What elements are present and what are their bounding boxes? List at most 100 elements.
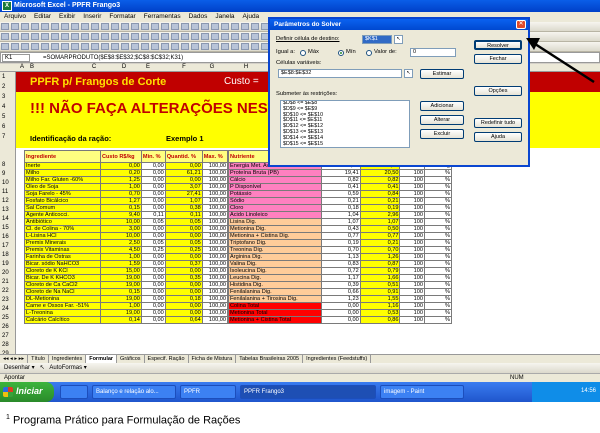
name-box[interactable]: K1 xyxy=(2,54,30,62)
table-cell[interactable]: DL-Metionina xyxy=(24,295,101,303)
table-cell[interactable]: 1,07 xyxy=(359,218,401,226)
menu-item[interactable]: Formatar xyxy=(109,13,135,20)
column-header[interactable]: H xyxy=(240,64,252,70)
table-cell[interactable]: 0,00 xyxy=(140,197,166,205)
table-cell[interactable]: Sal Comum xyxy=(24,204,101,212)
table-cell[interactable]: 0,84 xyxy=(359,190,401,198)
row-header[interactable]: 16 xyxy=(2,234,9,240)
row-header[interactable]: 9 xyxy=(2,171,5,177)
table-cell[interactable]: 1,13 xyxy=(321,253,361,261)
toolbar-button-icon[interactable] xyxy=(51,33,59,40)
toolbar-button-icon[interactable] xyxy=(21,23,29,30)
table-cell[interactable]: 100 xyxy=(399,260,425,268)
toolbar-button-icon[interactable] xyxy=(181,23,189,30)
table-cell[interactable]: 1,00 xyxy=(99,253,142,261)
table-cell[interactable]: 0,00 xyxy=(140,295,166,303)
sheet-tab[interactable]: Título xyxy=(28,355,49,363)
table-cell[interactable]: Cálcio xyxy=(227,176,323,184)
start-button[interactable]: Iniciar xyxy=(0,382,54,402)
table-cell[interactable]: 0,70 xyxy=(359,246,401,254)
menu-item[interactable]: Editar xyxy=(34,13,51,20)
table-cell[interactable]: 0,66 xyxy=(321,288,361,296)
menu-item[interactable]: Ferramentas xyxy=(144,13,181,20)
table-cell[interactable]: 1,07 xyxy=(321,218,361,226)
toolbar-button-icon[interactable] xyxy=(91,33,99,40)
toolbar-button-icon[interactable] xyxy=(201,23,209,30)
toolbar-button-icon[interactable] xyxy=(251,23,259,30)
target-input[interactable]: $K$1 xyxy=(362,35,392,44)
column-header[interactable]: G xyxy=(206,64,218,70)
table-cell[interactable]: 100,00 xyxy=(201,183,229,191)
table-cell[interactable]: 100,00 xyxy=(201,169,229,177)
toolbar-button-icon[interactable] xyxy=(211,33,219,40)
taskbar-task[interactable] xyxy=(60,385,88,399)
menu-item[interactable]: Janela xyxy=(215,13,234,20)
toolbar-button-icon[interactable] xyxy=(151,23,159,30)
table-cell[interactable]: 0,00 xyxy=(164,281,203,289)
row-header[interactable]: 18 xyxy=(2,252,9,258)
row-header[interactable]: 6 xyxy=(2,124,5,130)
toolbar-button-icon[interactable] xyxy=(71,33,79,40)
table-cell[interactable]: 3,00 xyxy=(99,225,142,233)
row-header[interactable]: 10 xyxy=(2,180,9,186)
toolbar-button-icon[interactable] xyxy=(231,43,239,50)
table-cell[interactable]: 0,05 xyxy=(164,239,203,247)
table-cell[interactable]: 1,17 xyxy=(321,274,361,282)
table-cell[interactable]: % xyxy=(423,302,453,310)
table-cell[interactable]: 100 xyxy=(399,169,425,177)
toolbar-button-icon[interactable] xyxy=(131,23,139,30)
tab-scroll-icon[interactable]: ◂◂ ◂ ▸ ▸▸ xyxy=(0,355,29,363)
table-cell[interactable]: 100 xyxy=(399,316,425,324)
help-button[interactable]: Ajuda xyxy=(474,132,522,142)
row-header[interactable]: 13 xyxy=(2,207,9,213)
table-cell[interactable]: Proteína Bruta (PB) xyxy=(227,169,323,177)
table-cell[interactable]: 100 xyxy=(399,246,425,254)
table-cell[interactable]: 100,00 xyxy=(201,246,229,254)
taskbar-task[interactable]: imagem - Paint xyxy=(380,385,464,399)
table-cell[interactable]: 100,00 xyxy=(201,225,229,233)
toolbar-button-icon[interactable] xyxy=(141,33,149,40)
table-cell[interactable]: 0,21 xyxy=(359,239,401,247)
table-cell[interactable]: % xyxy=(423,281,453,289)
table-cell[interactable]: 0,05 xyxy=(164,218,203,226)
table-cell[interactable]: 100 xyxy=(399,309,425,317)
constraint-item[interactable]: $D$15 <= $E$15 xyxy=(283,141,409,147)
table-cell[interactable]: Valina Dig. xyxy=(227,260,323,268)
table-cell[interactable]: 1,66 xyxy=(359,274,401,282)
delete-button[interactable]: Excluir xyxy=(420,129,464,139)
table-cell[interactable]: 0,00 xyxy=(140,267,166,275)
column-header[interactable]: B xyxy=(26,64,38,70)
toolbar-button-icon[interactable] xyxy=(241,43,249,50)
table-cell[interactable]: 100 xyxy=(399,197,425,205)
toolbar-button-icon[interactable] xyxy=(121,23,129,30)
ingredients-table[interactable]: Ingrediente Custo R$/kg Min. % Quantid. % Ma… xyxy=(24,150,229,324)
row-header[interactable]: 27 xyxy=(2,333,9,339)
table-cell[interactable]: 1,07 xyxy=(164,197,203,205)
table-cell[interactable]: 0,82 xyxy=(359,176,401,184)
table-cell[interactable]: Potássio xyxy=(227,190,323,198)
range-select-icon[interactable]: ↖ xyxy=(394,35,403,44)
table-cell[interactable]: 0,19 xyxy=(321,239,361,247)
table-cell[interactable]: 2,50 xyxy=(99,239,142,247)
table-cell[interactable]: Premix Vitaminas xyxy=(24,246,101,254)
table-cell[interactable]: 100 xyxy=(399,239,425,247)
table-cell[interactable]: 0,05 xyxy=(140,218,166,226)
table-cell[interactable]: 100,00 xyxy=(201,239,229,247)
max-radio[interactable] xyxy=(300,50,306,56)
table-cell[interactable]: 0,00 xyxy=(321,316,361,324)
toolbar-button-icon[interactable] xyxy=(21,43,29,50)
table-cell[interactable]: 0,00 xyxy=(164,267,203,275)
table-cell[interactable]: 0,00 xyxy=(140,309,166,317)
table-cell[interactable]: 100,00 xyxy=(201,176,229,184)
toolbar-button-icon[interactable] xyxy=(51,23,59,30)
table-cell[interactable]: 100,00 xyxy=(201,302,229,310)
toolbar-button-icon[interactable] xyxy=(191,43,199,50)
table-cell[interactable]: 0,37 xyxy=(164,260,203,268)
table-cell[interactable]: % xyxy=(423,218,453,226)
table-cell[interactable]: % xyxy=(423,183,453,191)
table-cell[interactable]: Milho xyxy=(24,169,101,177)
table-cell[interactable]: 0,64 xyxy=(164,316,203,324)
table-cell[interactable]: 0,82 xyxy=(321,176,361,184)
toolbar-button-icon[interactable] xyxy=(101,43,109,50)
table-cell[interactable]: 0,00 xyxy=(164,176,203,184)
